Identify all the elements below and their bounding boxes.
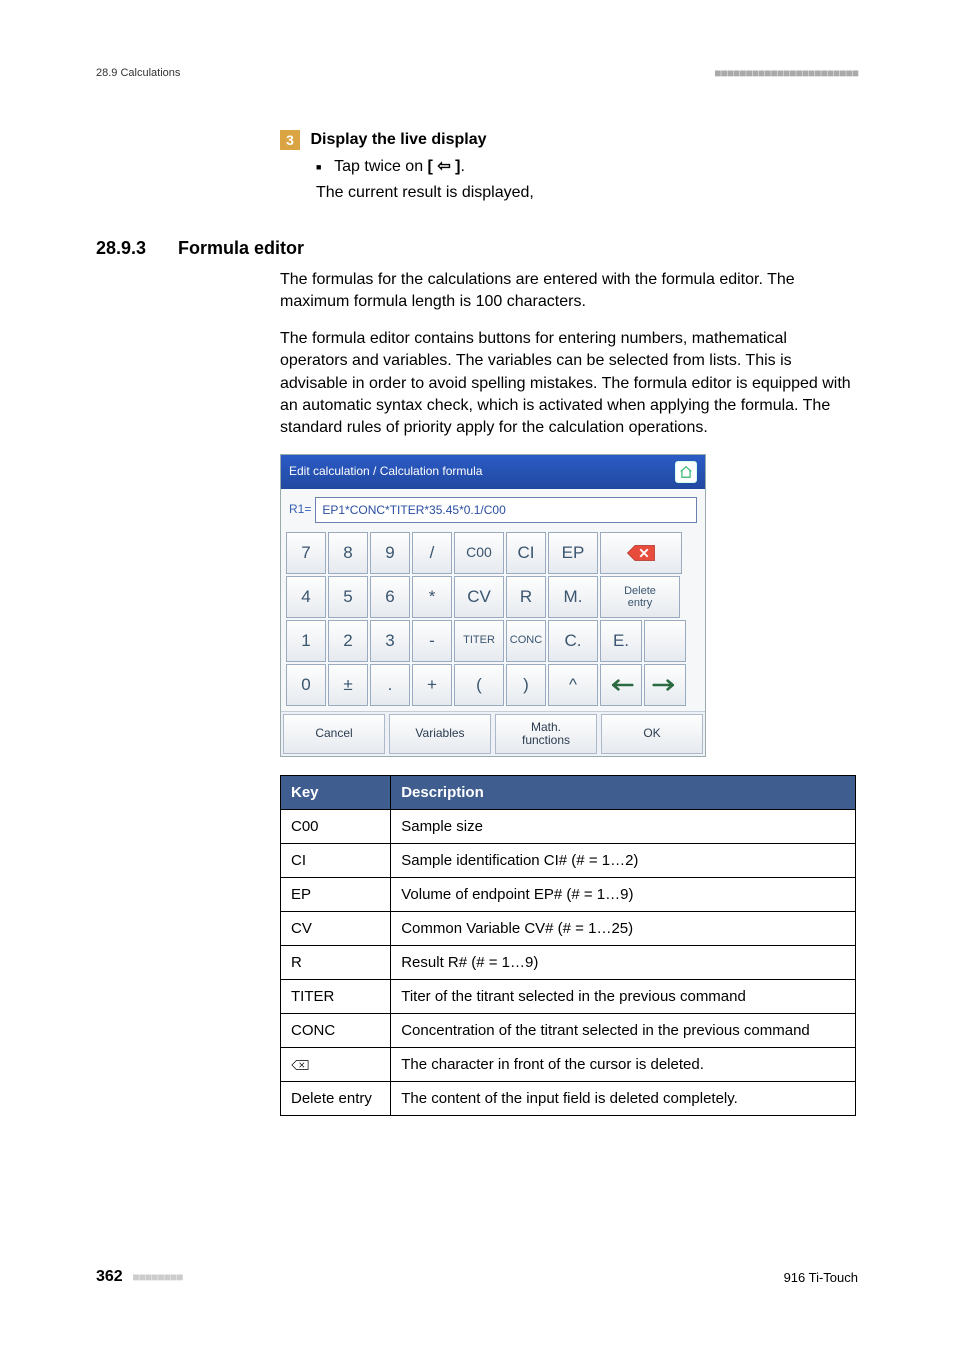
table-key-cell: CV <box>281 911 391 945</box>
table-row: C00Sample size <box>281 809 856 843</box>
table-row: EPVolume of endpoint EP# (# = 1…9) <box>281 877 856 911</box>
key-c[interactable]: C. <box>548 620 598 662</box>
key-cursor-left[interactable] <box>600 664 642 706</box>
table-row: Delete entryThe content of the input fie… <box>281 1081 856 1115</box>
key-8[interactable]: 8 <box>328 532 368 574</box>
key-close-paren[interactable]: ) <box>506 664 546 706</box>
formula-editor-title: Edit calculation / Calculation formula <box>289 463 482 480</box>
home-icon <box>679 465 693 479</box>
table-row: RResult R# (# = 1…9) <box>281 945 856 979</box>
th-description: Description <box>391 775 856 809</box>
key-blank[interactable] <box>644 620 686 662</box>
table-desc-cell: Concentration of the titrant selected in… <box>391 1013 856 1047</box>
table-desc-cell: Sample size <box>391 809 856 843</box>
key-power[interactable]: ^ <box>548 664 598 706</box>
th-key: Key <box>281 775 391 809</box>
table-desc-cell: The character in front of the cursor is … <box>391 1047 856 1081</box>
table-key-cell: EP <box>281 877 391 911</box>
table-desc-cell: Common Variable CV# (# = 1…25) <box>391 911 856 945</box>
key-9[interactable]: 9 <box>370 532 410 574</box>
table-desc-cell: Result R# (# = 1…9) <box>391 945 856 979</box>
table-key-cell: CONC <box>281 1013 391 1047</box>
paragraph-1: The formulas for the calculations are en… <box>280 269 856 314</box>
section-number: 28.9.3 <box>96 238 178 259</box>
key-multiply[interactable]: * <box>412 576 452 618</box>
key-m[interactable]: M. <box>548 576 598 618</box>
formula-editor-titlebar: Edit calculation / Calculation formula <box>281 455 705 489</box>
table-key-cell: CI <box>281 843 391 877</box>
table-row: The character in front of the cursor is … <box>281 1047 856 1081</box>
table-key-cell: C00 <box>281 809 391 843</box>
table-row: CVCommon Variable CV# (# = 1…25) <box>281 911 856 945</box>
table-row: TITERTiter of the titrant selected in th… <box>281 979 856 1013</box>
table-desc-cell: The content of the input field is delete… <box>391 1081 856 1115</box>
key-ep[interactable]: EP <box>548 532 598 574</box>
key-6[interactable]: 6 <box>370 576 410 618</box>
key-7[interactable]: 7 <box>286 532 326 574</box>
cancel-button[interactable]: Cancel <box>283 714 385 754</box>
key-2[interactable]: 2 <box>328 620 368 662</box>
back-key-label: [ ⇦ ] <box>428 156 461 176</box>
table-key-cell: TITER <box>281 979 391 1013</box>
key-3[interactable]: 3 <box>370 620 410 662</box>
header-ornament: ■■■■■■■■■■■■■■■■■■■■■■■ <box>714 66 858 80</box>
variables-button[interactable]: Variables <box>389 714 491 754</box>
key-titer[interactable]: TITER <box>454 620 504 662</box>
table-key-cell: R <box>281 945 391 979</box>
keypad: 7 8 9 / C00 CI EP 4 <box>281 531 705 711</box>
step-bullet: Tap twice on [ ⇦ ]. <box>316 156 858 176</box>
key-open-paren[interactable]: ( <box>454 664 504 706</box>
table-row: CISample identification CI# (# = 1…2) <box>281 843 856 877</box>
key-ci[interactable]: CI <box>506 532 546 574</box>
key-r[interactable]: R <box>506 576 546 618</box>
footer-product: 916 Ti-Touch <box>784 1270 858 1285</box>
math-functions-label: Math. functions <box>522 721 570 746</box>
arrow-left-icon <box>608 678 634 692</box>
formula-prefix: R1= <box>289 501 311 518</box>
key-cv[interactable]: CV <box>454 576 504 618</box>
key-minus[interactable]: - <box>412 620 452 662</box>
key-cursor-right[interactable] <box>644 664 686 706</box>
table-key-cell <box>281 1047 391 1081</box>
ok-button[interactable]: OK <box>601 714 703 754</box>
home-button[interactable] <box>675 461 697 483</box>
formula-editor: Edit calculation / Calculation formula R… <box>280 454 706 757</box>
page-number: 362 <box>96 1268 123 1285</box>
table-row: CONCConcentration of the titrant selecte… <box>281 1013 856 1047</box>
header-section: 28.9 Calculations <box>96 67 180 79</box>
table-desc-cell: Volume of endpoint EP# (# = 1…9) <box>391 877 856 911</box>
step-bullet-post: . <box>461 158 465 175</box>
formula-input[interactable] <box>315 497 697 523</box>
paragraph-2: The formula editor contains buttons for … <box>280 328 856 440</box>
backspace-icon <box>626 544 656 562</box>
table-desc-cell: Sample identification CI# (# = 1…2) <box>391 843 856 877</box>
key-e[interactable]: E. <box>600 620 642 662</box>
table-key-cell: Delete entry <box>281 1081 391 1115</box>
key-1[interactable]: 1 <box>286 620 326 662</box>
key-plus[interactable]: + <box>412 664 452 706</box>
step-bullet-pre: Tap twice on <box>334 158 427 175</box>
key-conc[interactable]: CONC <box>506 620 546 662</box>
key-backspace[interactable] <box>600 532 682 574</box>
section-title: Formula editor <box>178 238 304 259</box>
key-plusminus[interactable]: ± <box>328 664 368 706</box>
step-number-badge: 3 <box>280 130 300 150</box>
arrow-right-icon <box>652 678 678 692</box>
key-delete-entry[interactable]: Deleteentry <box>600 576 680 618</box>
key-description-table: Key Description C00Sample sizeCISample i… <box>280 775 856 1116</box>
key-c00[interactable]: C00 <box>454 532 504 574</box>
delete-entry-label: Deleteentry <box>624 585 656 609</box>
backspace-icon <box>291 1056 309 1073</box>
key-4[interactable]: 4 <box>286 576 326 618</box>
footer-ornament: ■■■■■■■■ <box>132 1270 182 1284</box>
key-5[interactable]: 5 <box>328 576 368 618</box>
key-dot[interactable]: . <box>370 664 410 706</box>
step-title: Display the live display <box>310 131 486 148</box>
step-result: The current result is displayed, <box>316 184 858 202</box>
key-divide[interactable]: / <box>412 532 452 574</box>
table-desc-cell: Titer of the titrant selected in the pre… <box>391 979 856 1013</box>
key-0[interactable]: 0 <box>286 664 326 706</box>
math-functions-button[interactable]: Math. functions <box>495 714 597 754</box>
